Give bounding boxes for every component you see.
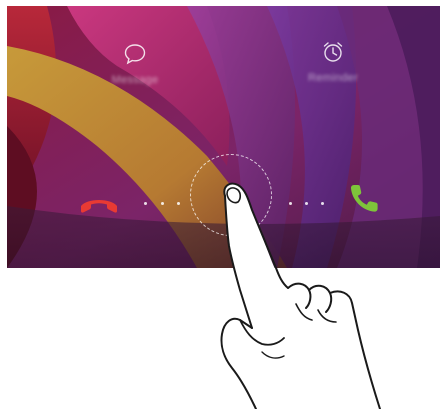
answer-call-button[interactable] [345,181,381,217]
slide-dot [289,202,292,205]
message-label: Message [111,74,159,86]
phone-answer-icon [350,185,378,212]
slide-dot [305,202,308,205]
message-action[interactable]: Message [85,40,185,86]
call-slider-handle[interactable] [190,154,272,236]
slide-dot [177,202,180,205]
slide-dot [321,202,324,205]
incoming-call-illustration: Message Reminder [0,0,448,409]
slide-dot [144,202,147,205]
reminder-label: Reminder [307,72,359,84]
reminder-action[interactable]: Reminder [283,38,383,84]
phone-decline-icon [81,200,117,213]
slide-dot [161,202,164,205]
message-icon [124,44,146,65]
incoming-call-screen: Message Reminder [7,6,440,268]
decline-call-button[interactable] [77,188,121,218]
alarm-clock-icon [323,42,343,62]
